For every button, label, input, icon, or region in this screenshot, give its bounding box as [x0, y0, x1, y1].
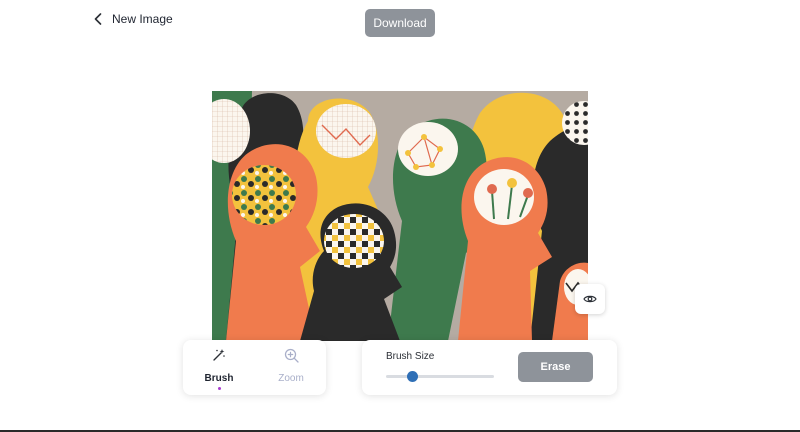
image-canvas[interactable]	[212, 91, 588, 341]
back-link-label: New Image	[112, 12, 173, 26]
eye-icon	[583, 295, 597, 303]
slider-track	[386, 375, 494, 378]
brush-size-label: Brush Size	[386, 351, 435, 362]
chevron-left-icon	[94, 13, 102, 25]
tool-panel: Brush Zoom	[183, 340, 326, 395]
slider-handle[interactable]	[406, 371, 418, 382]
edited-image	[212, 91, 588, 341]
brush-size-slider[interactable]	[386, 371, 494, 382]
brush-tool-label: Brush	[204, 373, 234, 384]
zoom-tool-label: Zoom	[278, 373, 304, 384]
top-bar: New Image Download	[0, 0, 800, 48]
brush-settings-panel: Brush Size Erase	[362, 340, 617, 395]
zoom-in-icon	[284, 348, 299, 363]
download-button[interactable]: Download	[365, 9, 435, 37]
brush-tool[interactable]: Brush	[189, 348, 249, 392]
back-link[interactable]: New Image	[94, 12, 173, 26]
erase-button[interactable]: Erase	[518, 352, 593, 382]
active-tool-indicator	[217, 387, 221, 390]
zoom-tool[interactable]: Zoom	[261, 348, 321, 392]
toggle-preview-button[interactable]	[575, 284, 605, 314]
magic-wand-icon	[213, 349, 225, 361]
